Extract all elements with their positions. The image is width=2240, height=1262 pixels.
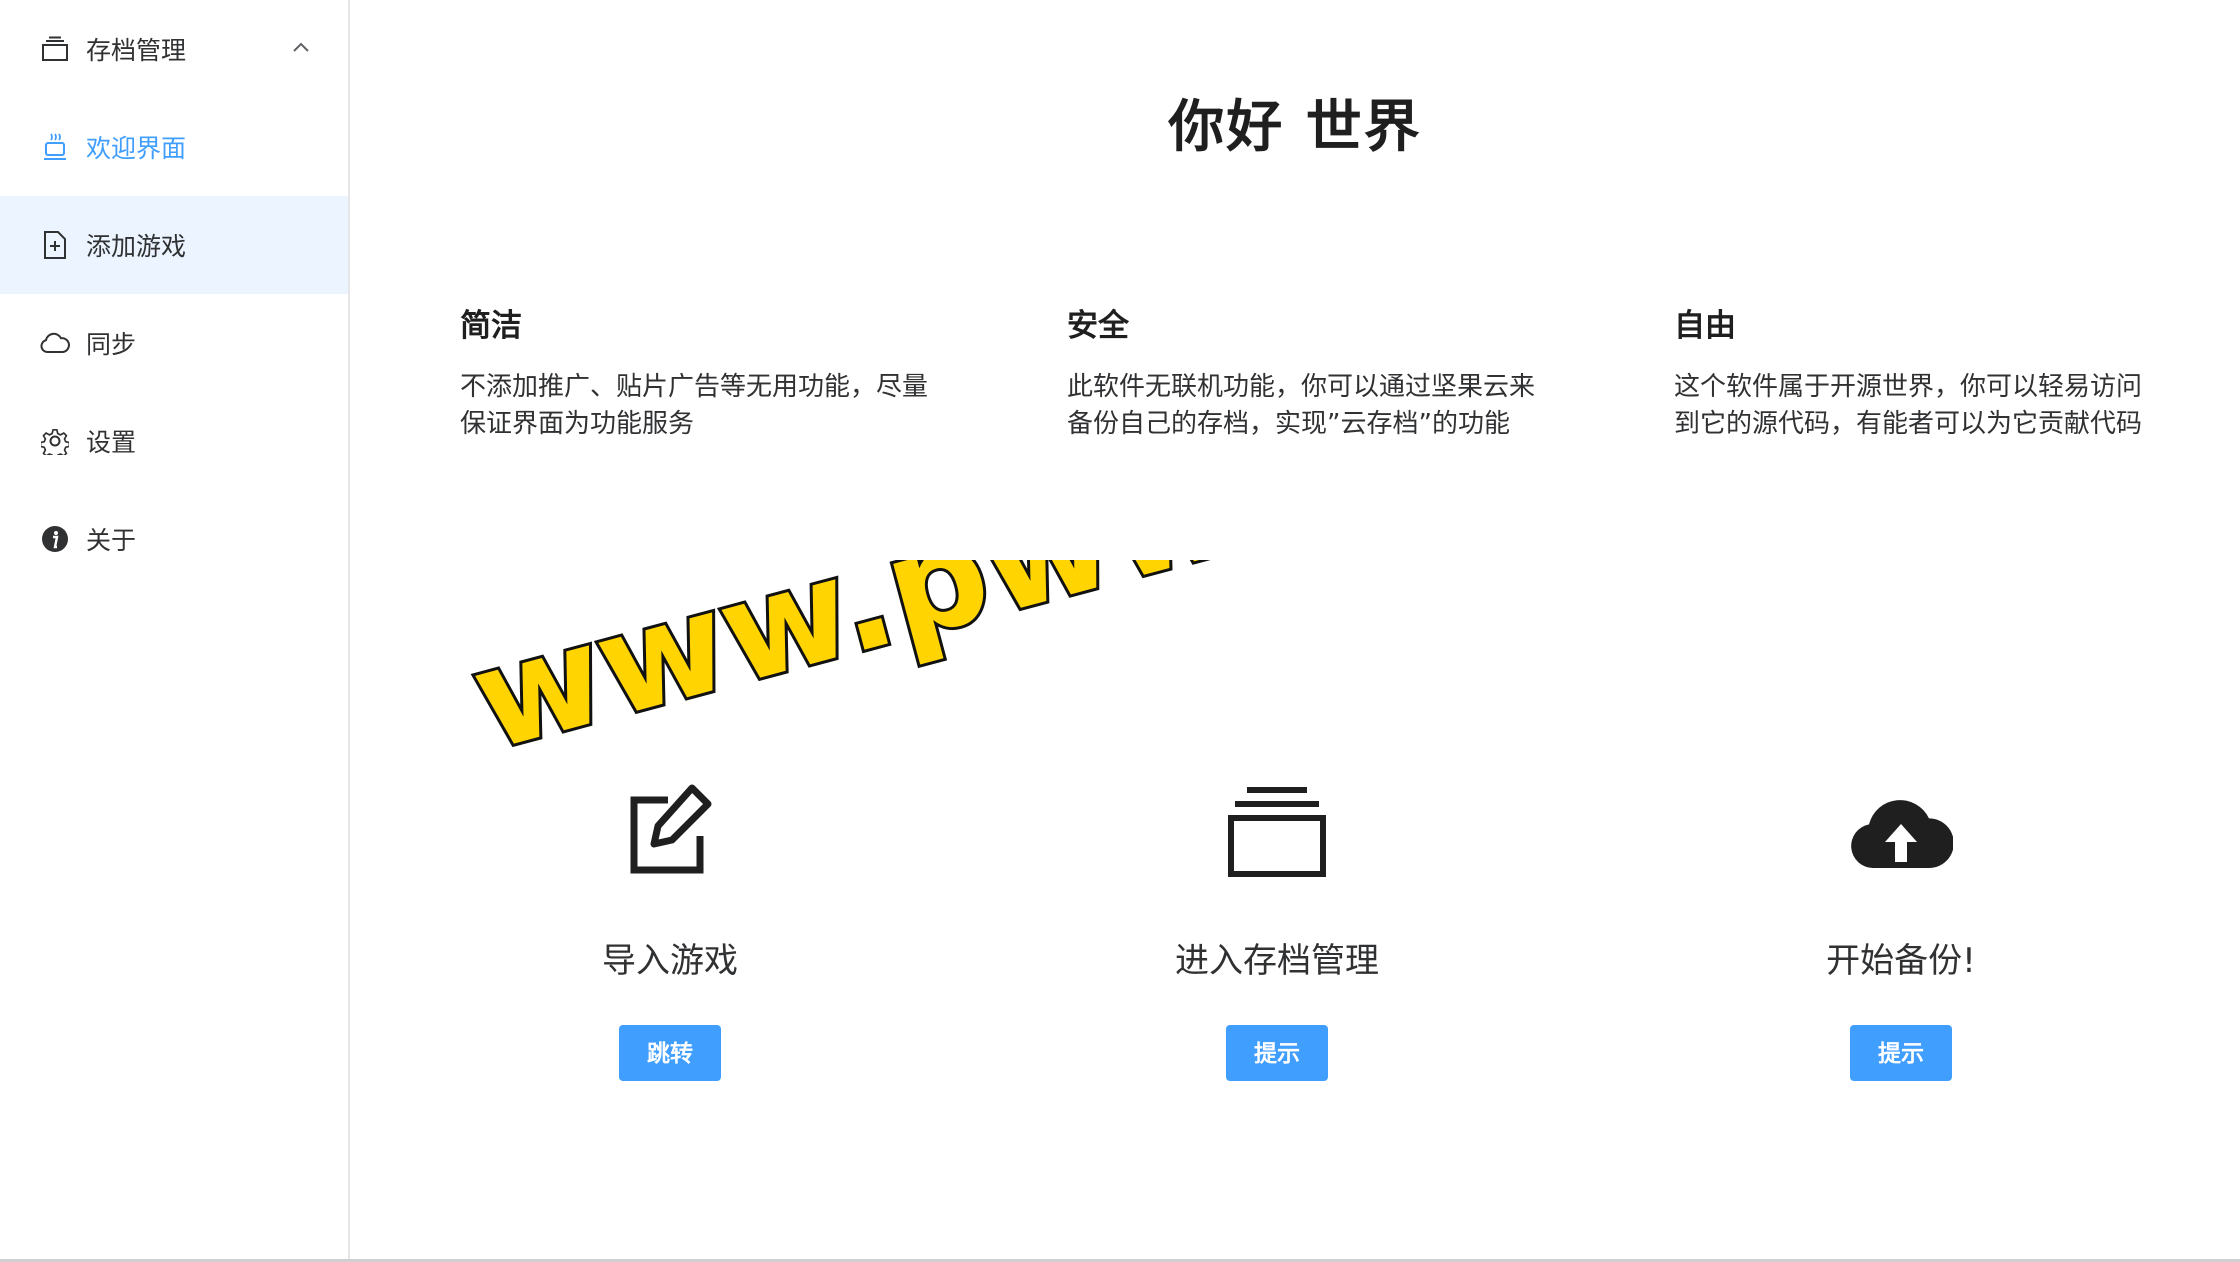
sidebar-item-label: 添加游戏 (86, 232, 187, 261)
coffee-icon (40, 132, 70, 162)
feature-card: 安全 此软件无联机功能，你可以通过坚果云来备份自己的存档，实现”云存档”的功能 (1067, 300, 1537, 443)
chevron-up-icon[interactable] (290, 36, 312, 58)
cloud-icon (40, 328, 70, 358)
archive-icon (40, 34, 70, 64)
page-title: 你好 世界 (1168, 95, 1422, 160)
info-icon (40, 524, 70, 554)
edit-icon (615, 775, 725, 885)
feature-card: 自由 这个软件属于开源世界，你可以轻易访问到它的源代码，有能者可以为它贡献代码 (1674, 300, 2144, 443)
feature-heading: 自由 (1674, 308, 1736, 344)
jump-button[interactable]: 跳转 (619, 1025, 721, 1081)
feature-heading: 简洁 (460, 308, 522, 344)
action-label: 开始备份! (1826, 941, 1976, 981)
action-card-archive: 进入存档管理 提示 (1077, 775, 1477, 1081)
watermark: www.pwwwu.com (470, 560, 1570, 780)
action-label: 进入存档管理 (1175, 941, 1379, 981)
sidebar-item-label: 关于 (86, 526, 137, 555)
sidebar-item-label: 欢迎界面 (86, 134, 187, 163)
hint-button[interactable]: 提示 (1850, 1025, 1952, 1081)
cloud-upload-icon (1846, 775, 1956, 885)
action-card-backup: 开始备份! 提示 (1701, 775, 2101, 1081)
sidebar-item-label: 存档管理 (86, 36, 187, 65)
sidebar-item-about[interactable]: 关于 (0, 490, 348, 588)
action-label: 导入游戏 (602, 941, 738, 981)
feature-text: 此软件无联机功能，你可以通过坚果云来备份自己的存档，实现”云存档”的功能 (1067, 372, 1536, 439)
watermark-text: www.pwwwu.com (470, 560, 1570, 780)
feature-text: 这个软件属于开源世界，你可以轻易访问到它的源代码，有能者可以为它贡献代码 (1674, 372, 2143, 439)
sidebar-item-settings[interactable]: 设置 (0, 392, 348, 490)
sidebar-item-welcome[interactable]: 欢迎界面 (0, 98, 348, 196)
sidebar-item-label: 设置 (86, 428, 137, 457)
hint-button[interactable]: 提示 (1226, 1025, 1328, 1081)
document-add-icon (40, 230, 70, 260)
feature-heading: 安全 (1067, 308, 1129, 344)
action-card-import: 导入游戏 跳转 (470, 775, 870, 1081)
sidebar-item-label: 同步 (86, 330, 137, 359)
sidebar-item-archive-management[interactable]: 存档管理 (0, 0, 348, 98)
feature-card: 简洁 不添加推广、贴片广告等无用功能，尽量保证界面为功能服务 (460, 300, 930, 443)
feature-text: 不添加推广、贴片广告等无用功能，尽量保证界面为功能服务 (460, 372, 929, 439)
sidebar-item-add-game[interactable]: 添加游戏 (0, 196, 348, 294)
archive-icon (1222, 775, 1332, 885)
sidebar-item-sync[interactable]: 同步 (0, 294, 348, 392)
gear-icon (40, 426, 70, 456)
sidebar: 存档管理 欢迎界面 添加游戏 同步 设置 关于 (0, 0, 350, 1262)
